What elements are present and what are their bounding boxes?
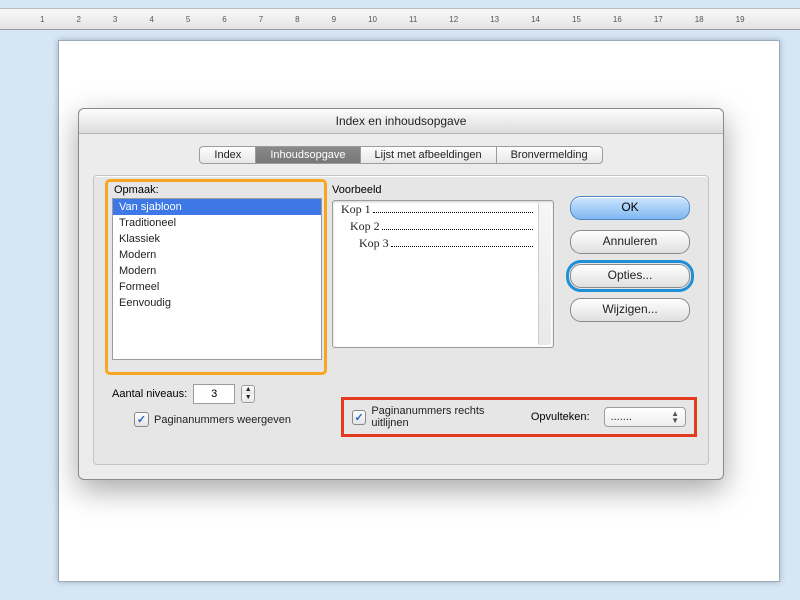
preview-label: Voorbeeld bbox=[332, 184, 382, 196]
format-label: Opmaak: bbox=[114, 184, 320, 196]
preview-box: Kop 11 Kop 23 Kop 35 bbox=[332, 200, 554, 348]
checkmark-icon: ✓ bbox=[134, 412, 149, 427]
levels-stepper[interactable]: ▲ ▼ bbox=[241, 385, 255, 403]
dialog-button-column: OK Annuleren Opties... Wijzigen... bbox=[570, 196, 690, 322]
list-item[interactable]: Van sjabloon bbox=[113, 199, 321, 215]
levels-input[interactable] bbox=[193, 384, 235, 404]
stepper-down-icon[interactable]: ▼ bbox=[242, 394, 254, 402]
list-item[interactable]: Klassiek bbox=[113, 231, 321, 247]
tab-bronvermelding[interactable]: Bronvermelding bbox=[497, 146, 603, 164]
right-align-label: Paginanummers rechts uitlijnen bbox=[371, 405, 517, 429]
list-item[interactable]: Traditioneel bbox=[113, 215, 321, 231]
options-button[interactable]: Opties... bbox=[570, 264, 690, 288]
preview-row: Kop 23 bbox=[333, 218, 553, 235]
horizontal-ruler: 12345678910111213141516171819 bbox=[0, 8, 800, 30]
checkmark-icon: ✓ bbox=[352, 410, 366, 425]
list-item[interactable]: Modern bbox=[113, 247, 321, 263]
tab-index[interactable]: Index bbox=[199, 146, 256, 164]
preview-row: Kop 11 bbox=[333, 201, 553, 218]
levels-control: Aantal niveaus: ▲ ▼ bbox=[112, 384, 255, 404]
preview-scrollbar[interactable] bbox=[538, 203, 551, 345]
cancel-button[interactable]: Annuleren bbox=[570, 230, 690, 254]
fill-char-value: ....... bbox=[611, 411, 632, 423]
preview-row: Kop 35 bbox=[333, 235, 553, 252]
levels-label: Aantal niveaus: bbox=[112, 388, 187, 400]
stepper-up-icon[interactable]: ▲ bbox=[242, 386, 254, 394]
fill-char-label: Opvulteken: bbox=[531, 411, 590, 423]
tab-inhoudsopgave[interactable]: Inhoudsopgave bbox=[256, 146, 360, 164]
format-group-highlight: Opmaak: Van sjabloonTraditioneelKlassiek… bbox=[108, 182, 324, 372]
ok-button[interactable]: OK bbox=[570, 196, 690, 220]
fill-char-select[interactable]: ....... ▲▼ bbox=[604, 407, 686, 427]
tab-lijst-met-afbeeldingen[interactable]: Lijst met afbeeldingen bbox=[361, 146, 497, 164]
format-listbox[interactable]: Van sjabloonTraditioneelKlassiekModernMo… bbox=[112, 198, 322, 360]
dialog-tabs: IndexInhoudsopgaveLijst met afbeeldingen… bbox=[79, 146, 723, 164]
right-align-group-highlight: ✓ Paginanummers rechts uitlijnen Opvulte… bbox=[344, 400, 694, 434]
dialog-title: Index en inhoudsopgave bbox=[79, 109, 723, 134]
dialog-panel: Opmaak: Van sjabloonTraditioneelKlassiek… bbox=[93, 175, 709, 465]
show-page-numbers-checkbox[interactable]: ✓ Paginanummers weergeven bbox=[134, 412, 291, 427]
modify-button[interactable]: Wijzigen... bbox=[570, 298, 690, 322]
right-align-checkbox[interactable]: ✓ Paginanummers rechts uitlijnen bbox=[352, 405, 517, 429]
index-toc-dialog: Index en inhoudsopgave IndexInhoudsopgav… bbox=[78, 108, 724, 480]
select-arrows-icon: ▲▼ bbox=[671, 410, 679, 424]
list-item[interactable]: Formeel bbox=[113, 279, 321, 295]
list-item[interactable]: Modern bbox=[113, 263, 321, 279]
list-item[interactable]: Eenvoudig bbox=[113, 295, 321, 311]
show-page-numbers-label: Paginanummers weergeven bbox=[154, 414, 291, 426]
